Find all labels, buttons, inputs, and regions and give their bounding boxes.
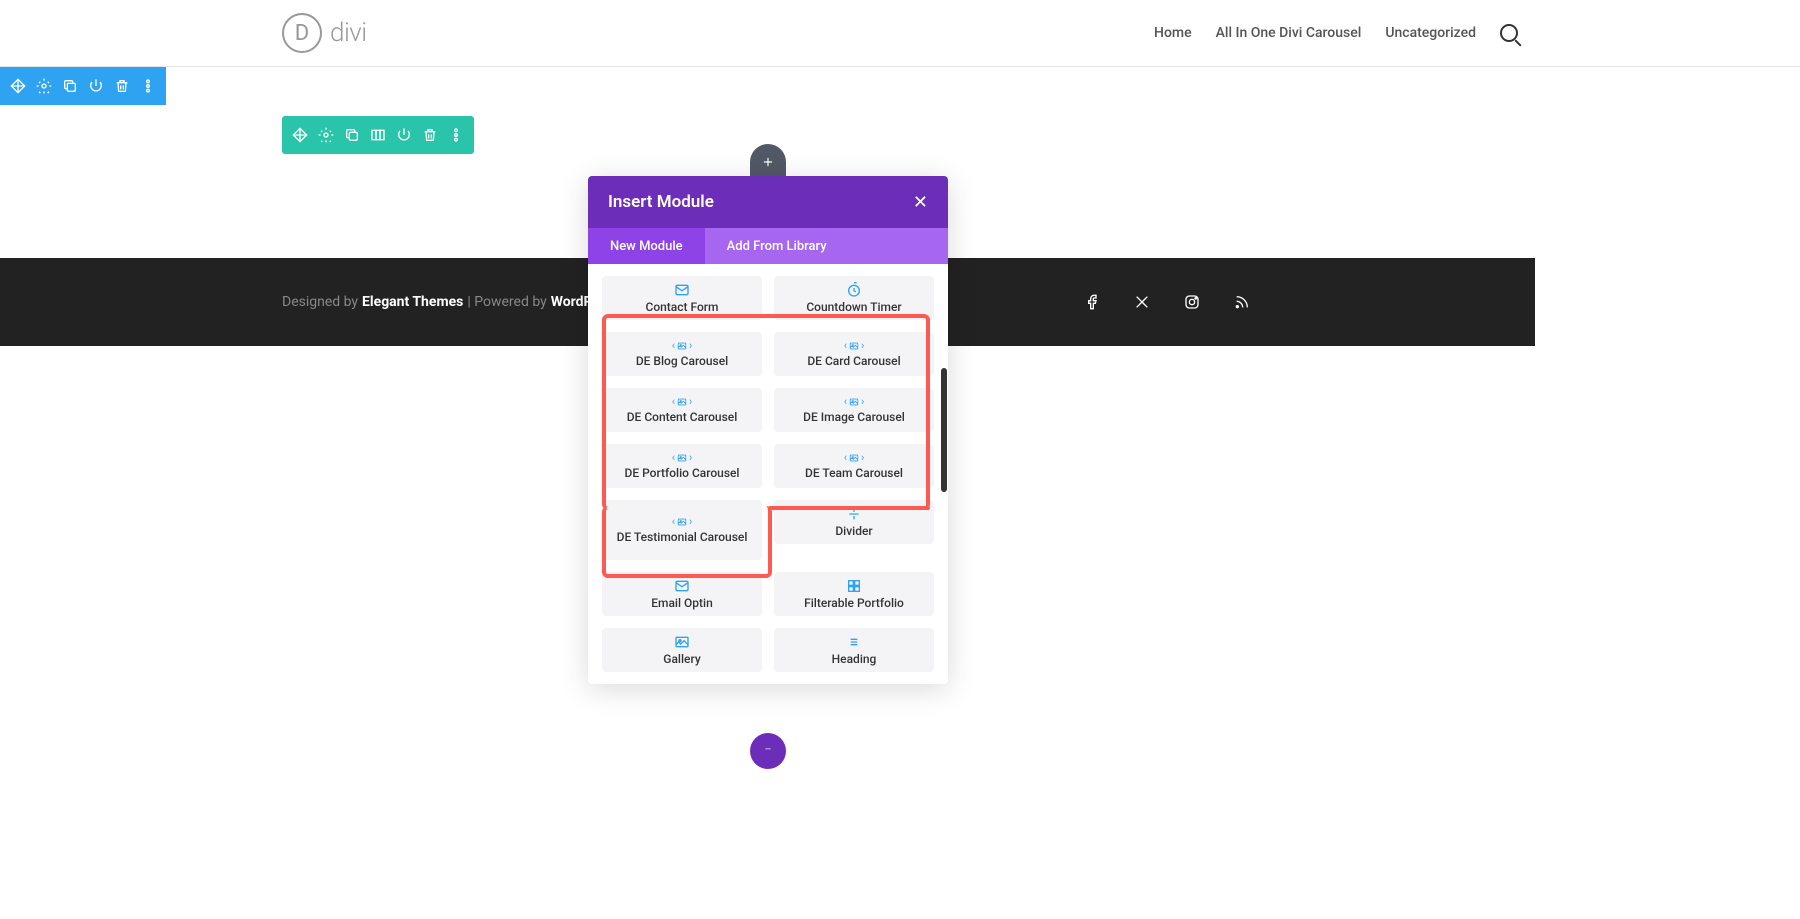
envelope-icon <box>674 282 690 298</box>
logo[interactable]: D divi <box>282 13 367 53</box>
trash-icon[interactable] <box>418 123 442 147</box>
close-icon[interactable]: ✕ <box>913 192 928 213</box>
columns-icon[interactable] <box>366 123 390 147</box>
logo-text: divi <box>330 18 367 48</box>
module-countdown-timer[interactable]: Countdown Timer <box>774 276 934 320</box>
nav-home[interactable]: Home <box>1154 25 1192 41</box>
module-filterable-portfolio[interactable]: Filterable Portfolio <box>774 572 934 616</box>
trash-icon[interactable] <box>110 74 134 98</box>
carousel-icon: ‹› <box>844 395 865 408</box>
image-icon <box>674 634 690 650</box>
builder-fab[interactable] <box>750 733 786 769</box>
module-de-testimonial-carousel[interactable]: ‹› DE Testimonial Carousel <box>602 500 762 560</box>
divider-icon <box>846 506 862 522</box>
carousel-icon: ‹› <box>672 339 693 352</box>
carousel-icon: ‹› <box>672 515 693 528</box>
envelope-icon <box>674 578 690 594</box>
gear-icon[interactable] <box>314 123 338 147</box>
duplicate-icon[interactable] <box>340 123 364 147</box>
more-icon[interactable] <box>444 123 468 147</box>
move-icon[interactable] <box>288 123 312 147</box>
module-email-optin[interactable]: Email Optin <box>602 572 762 616</box>
timer-icon <box>846 282 862 298</box>
move-icon[interactable] <box>6 74 30 98</box>
search-icon[interactable] <box>1500 24 1518 42</box>
module-de-team-carousel[interactable]: ‹› DE Team Carousel <box>774 444 934 488</box>
grid-icon <box>846 578 862 594</box>
nav-carousel[interactable]: All In One Divi Carousel <box>1216 25 1362 41</box>
tab-new-module[interactable]: New Module <box>588 228 705 264</box>
duplicate-icon[interactable] <box>58 74 82 98</box>
module-de-image-carousel[interactable]: ‹› DE Image Carousel <box>774 388 934 432</box>
module-contact-form[interactable]: Contact Form <box>602 276 762 320</box>
footer-credits: Designed by Elegant Themes | Powered by … <box>282 294 598 310</box>
add-module-button[interactable] <box>750 144 786 180</box>
power-icon[interactable] <box>392 123 416 147</box>
carousel-icon: ‹› <box>844 451 865 464</box>
nav-uncategorized[interactable]: Uncategorized <box>1385 25 1476 41</box>
power-icon[interactable] <box>84 74 108 98</box>
lines-icon <box>846 634 862 650</box>
module-de-portfolio-carousel[interactable]: ‹› DE Portfolio Carousel <box>602 444 762 488</box>
module-de-blog-carousel[interactable]: ‹› DE Blog Carousel <box>602 332 762 376</box>
carousel-icon: ‹› <box>672 395 693 408</box>
modal-title: Insert Module <box>608 192 714 212</box>
facebook-icon[interactable] <box>1081 291 1103 313</box>
carousel-icon: ‹› <box>672 451 693 464</box>
module-divider[interactable]: Divider <box>774 500 934 544</box>
insert-module-modal: Insert Module ✕ New Module Add From Libr… <box>588 176 948 684</box>
gear-icon[interactable] <box>32 74 56 98</box>
x-icon[interactable] <box>1131 291 1153 313</box>
module-gallery[interactable]: Gallery <box>602 628 762 672</box>
module-de-card-carousel[interactable]: ‹› DE Card Carousel <box>774 332 934 376</box>
logo-icon: D <box>282 13 322 53</box>
instagram-icon[interactable] <box>1181 291 1203 313</box>
row-toolbar <box>282 116 474 154</box>
more-icon[interactable] <box>136 74 160 98</box>
elegant-themes-link[interactable]: Elegant Themes <box>362 294 463 310</box>
rss-icon[interactable] <box>1231 291 1253 313</box>
scrollbar[interactable] <box>941 368 947 492</box>
tab-add-from-library[interactable]: Add From Library <box>705 228 948 264</box>
module-heading[interactable]: Heading <box>774 628 934 672</box>
carousel-icon: ‹› <box>844 339 865 352</box>
section-toolbar <box>0 67 166 105</box>
module-de-content-carousel[interactable]: ‹› DE Content Carousel <box>602 388 762 432</box>
